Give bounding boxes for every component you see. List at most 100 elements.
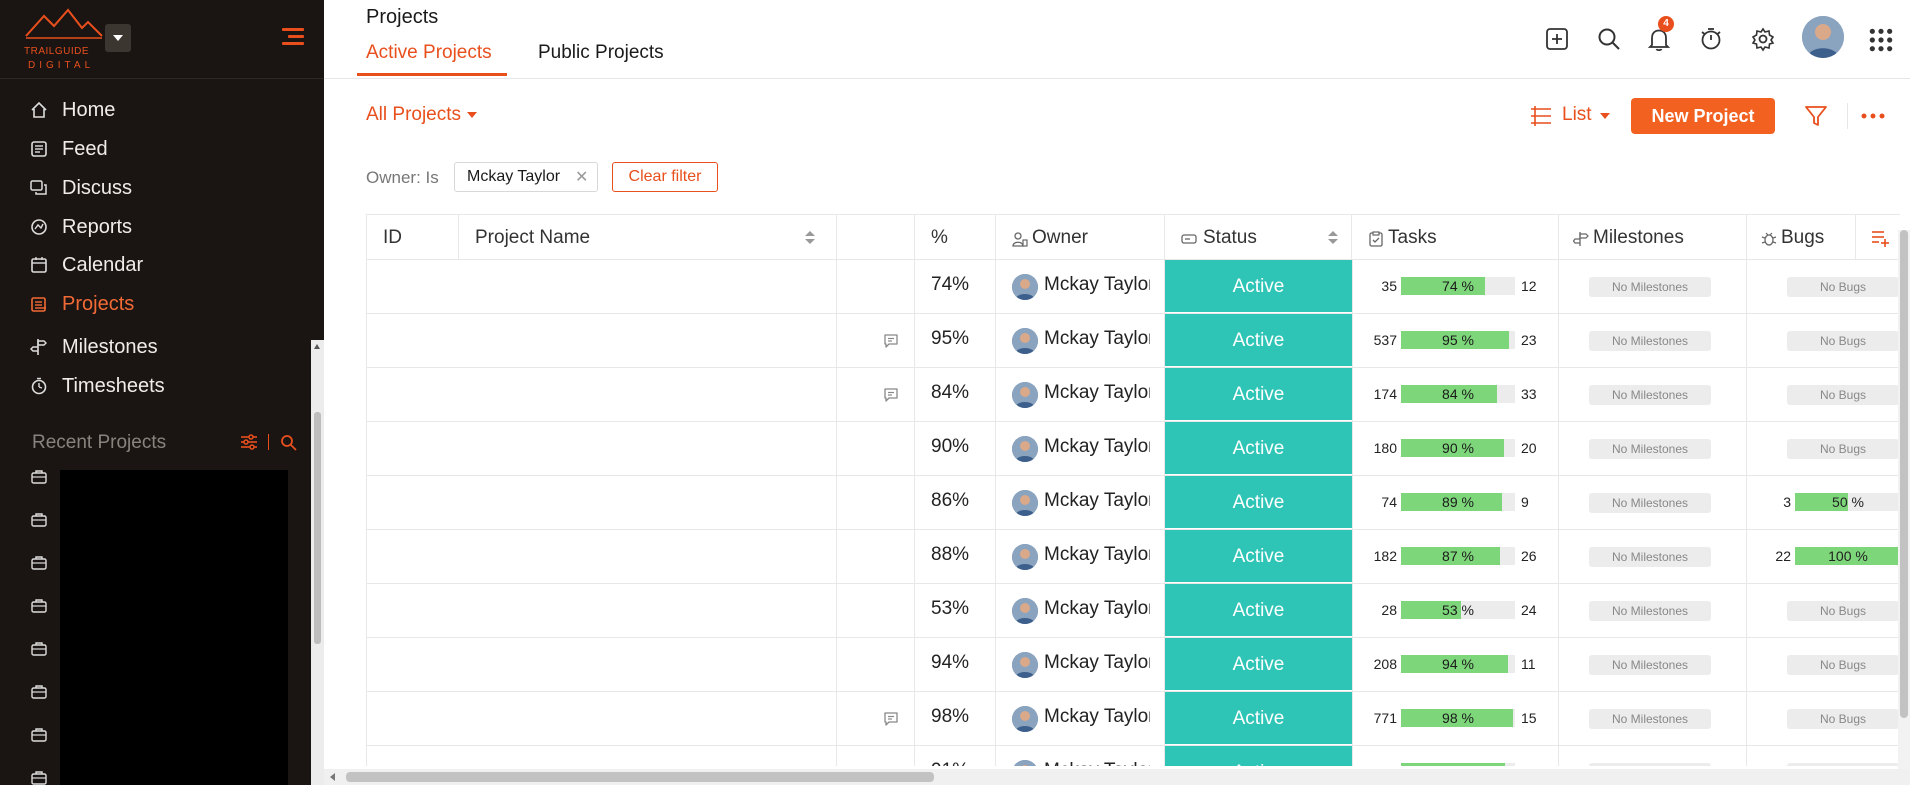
sidebar-item-reports[interactable]: Reports	[0, 209, 324, 245]
bugs-cell[interactable]: No Bugs	[1747, 422, 1900, 475]
tasks-cell[interactable]: 35 74 % 12	[1352, 260, 1559, 313]
project-id-name-cell[interactable]	[367, 314, 837, 367]
project-id-name-cell[interactable]	[367, 530, 837, 583]
bugs-cell[interactable]: No Bugs	[1747, 584, 1900, 637]
tasks-cell[interactable]: 537 95 % 23	[1352, 314, 1559, 367]
column-header-owner[interactable]: Owner	[996, 215, 1165, 260]
user-avatar[interactable]	[1802, 16, 1844, 58]
timer-icon[interactable]	[1698, 26, 1724, 52]
owner-cell[interactable]: Mckay Taylor	[996, 314, 1165, 367]
sidebar-item-feed[interactable]: Feed	[0, 131, 324, 167]
tasks-cell[interactable]: 74 89 % 9	[1352, 476, 1559, 529]
project-briefcase-icon[interactable]	[31, 728, 47, 742]
sidebar-scrollbar[interactable]	[311, 340, 324, 785]
sidebar-item-home[interactable]: Home	[0, 92, 324, 128]
table-row[interactable]: 94% Mckay Taylor Active 208 94 % 11 No Milesto…	[367, 638, 1900, 692]
milestones-cell[interactable]: No Milestones	[1559, 368, 1747, 421]
column-header-status[interactable]: Status	[1165, 215, 1352, 260]
project-briefcase-icon[interactable]	[31, 685, 47, 699]
milestones-cell[interactable]: No Milestones	[1559, 476, 1747, 529]
sidebar-item-discuss[interactable]: Discuss	[0, 170, 324, 206]
sort-icon[interactable]	[805, 231, 815, 245]
bugs-cell[interactable]: No Bugs	[1747, 746, 1900, 766]
tab-active-projects[interactable]: Active Projects	[366, 42, 492, 64]
tasks-cell[interactable]: 182 87 % 26	[1352, 530, 1559, 583]
remove-filter-icon[interactable]: ✕	[575, 167, 588, 187]
bugs-cell[interactable]: No Bugs	[1747, 368, 1900, 421]
table-row[interactable]: 95% Mckay Taylor Active 537 95 % 23 No Milesto…	[367, 314, 1900, 368]
project-id-name-cell[interactable]	[367, 260, 837, 313]
comment-icon[interactable]	[883, 333, 899, 348]
table-vertical-scrollbar[interactable]	[1898, 230, 1910, 770]
table-row[interactable]: 53% Mckay Taylor Active 28 53 % 24 No Mileston…	[367, 584, 1900, 638]
status-badge[interactable]: Active	[1165, 422, 1352, 475]
tasks-cell[interactable]: 174 84 % 33	[1352, 368, 1559, 421]
tasks-cell[interactable]: 771 98 % 15	[1352, 692, 1559, 745]
more-options-icon[interactable]	[1860, 110, 1886, 122]
sidebar-scroll-thumb[interactable]	[314, 412, 321, 644]
bugs-cell[interactable]: 3 50 %	[1747, 476, 1900, 529]
status-badge[interactable]: Active	[1165, 314, 1352, 367]
project-id-name-cell[interactable]	[367, 638, 837, 691]
project-id-name-cell[interactable]	[367, 368, 837, 421]
horizontal-scroll-thumb[interactable]	[346, 772, 934, 782]
milestones-cell[interactable]: No Milestones	[1559, 692, 1747, 745]
column-header-id[interactable]: ID	[367, 215, 459, 260]
project-briefcase-icon[interactable]	[31, 642, 47, 656]
owner-cell[interactable]: Mckay Taylor	[996, 584, 1165, 637]
settings-gear-icon[interactable]	[1750, 26, 1776, 52]
column-header-tasks[interactable]: Tasks	[1352, 215, 1559, 260]
search-recent-icon[interactable]	[280, 434, 298, 452]
app-grid-icon[interactable]	[1868, 27, 1894, 53]
bugs-cell[interactable]: No Bugs	[1747, 692, 1900, 745]
sidebar-item-timesheets[interactable]: Timesheets	[0, 368, 324, 404]
filter-funnel-icon[interactable]	[1804, 104, 1828, 128]
brand-logo[interactable]: TRAILGUIDE DIGITAL	[24, 8, 104, 74]
project-briefcase-icon[interactable]	[31, 599, 47, 613]
bugs-cell[interactable]: No Bugs	[1747, 260, 1900, 313]
table-horizontal-scrollbar[interactable]	[324, 769, 1910, 785]
milestones-cell[interactable]: No Milestones	[1559, 530, 1747, 583]
table-row[interactable]: 88% Mckay Taylor Active 182 87 % 26 No Milesto…	[367, 530, 1900, 584]
add-column-button[interactable]	[1855, 215, 1900, 260]
milestones-cell[interactable]: No Milestones	[1559, 638, 1747, 691]
project-briefcase-icon[interactable]	[31, 556, 47, 570]
milestones-cell[interactable]: No Milestones	[1559, 260, 1747, 313]
project-id-name-cell[interactable]	[367, 476, 837, 529]
owner-cell[interactable]: Mckay Taylor	[996, 368, 1165, 421]
bugs-cell[interactable]: No Bugs	[1747, 638, 1900, 691]
project-id-name-cell[interactable]	[367, 746, 837, 766]
column-header-percent[interactable]: %	[915, 215, 996, 260]
quick-add-icon[interactable]	[1544, 26, 1570, 52]
new-project-button[interactable]: New Project	[1631, 98, 1775, 134]
column-header-milestones[interactable]: Milestones	[1559, 215, 1747, 260]
sidebar-item-projects[interactable]: Projects	[0, 286, 324, 322]
owner-cell[interactable]: Mckay Taylor	[996, 638, 1165, 691]
project-briefcase-icon[interactable]	[31, 470, 47, 484]
milestones-cell[interactable]: No Milestones	[1559, 422, 1747, 475]
milestones-cell[interactable]: No Milestones	[1559, 746, 1747, 766]
column-header-project-name[interactable]: Project Name	[459, 215, 837, 260]
owner-filter-chip[interactable]: Mckay Taylor ✕	[454, 162, 598, 192]
status-badge[interactable]: Active	[1165, 746, 1352, 766]
project-id-name-cell[interactable]	[367, 422, 837, 475]
vertical-scroll-thumb[interactable]	[1900, 230, 1908, 718]
scroll-up-arrow-icon[interactable]	[314, 344, 320, 349]
project-id-name-cell[interactable]	[367, 692, 837, 745]
portal-switcher-dropdown[interactable]	[105, 24, 131, 52]
clear-filter-button[interactable]: Clear filter	[612, 162, 718, 192]
status-badge[interactable]: Active	[1165, 638, 1352, 691]
tab-public-projects[interactable]: Public Projects	[538, 42, 664, 64]
global-search-icon[interactable]	[1596, 26, 1622, 52]
filter-sliders-icon[interactable]	[240, 434, 258, 450]
bugs-cell[interactable]: 22 100 %	[1747, 530, 1900, 583]
project-id-name-cell[interactable]	[367, 584, 837, 637]
project-briefcase-icon[interactable]	[31, 513, 47, 527]
status-badge[interactable]: Active	[1165, 476, 1352, 529]
table-row[interactable]: 84% Mckay Taylor Active 174 84 % 33 No Milesto…	[367, 368, 1900, 422]
table-row[interactable]: 74% Mckay Taylor Active 35 74 % 12 No Mileston…	[367, 260, 1900, 314]
tasks-cell[interactable]: 208 94 % 11	[1352, 638, 1559, 691]
owner-cell[interactable]: Mckay Taylor	[996, 476, 1165, 529]
status-badge[interactable]: Active	[1165, 368, 1352, 421]
column-header-bugs[interactable]: Bugs	[1747, 215, 1855, 260]
